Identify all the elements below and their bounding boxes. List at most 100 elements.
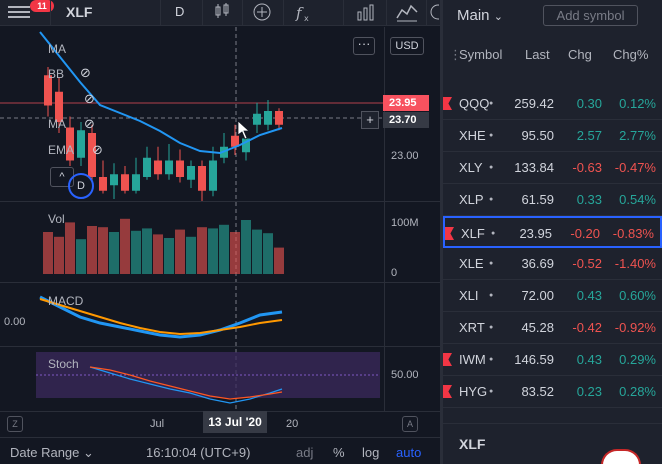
row-change: 2.57 <box>576 128 602 143</box>
row-change: -0.42 <box>572 320 602 335</box>
add-alert-button[interactable]: + <box>361 111 379 129</box>
date-range-button[interactable]: Date Range ⌄ <box>10 445 94 461</box>
hidden-eye-icon[interactable]: ⊘ <box>84 116 95 132</box>
toolbar-divider <box>283 0 284 26</box>
col-symbol[interactable]: Symbol <box>459 47 502 62</box>
toolbar-divider <box>160 0 161 26</box>
row-last: 83.52 <box>521 384 554 399</box>
watchlist-columns: ⋮ Symbol Last Chg Chg% <box>443 44 662 66</box>
add-symbol-button[interactable]: Add symbol <box>543 5 638 26</box>
pane-divider <box>0 282 440 283</box>
log-toggle[interactable]: log <box>362 445 379 460</box>
watchlist-row-hyg[interactable]: HYG ● 83.52 0.23 0.28% <box>443 376 662 408</box>
row-change: -0.63 <box>572 160 602 175</box>
row-last: 36.69 <box>521 256 554 271</box>
row-change: -0.20 <box>570 226 600 241</box>
bar-chart-icon[interactable] <box>355 2 377 24</box>
row-change: 0.33 <box>576 192 602 207</box>
row-change-percent: 0.12% <box>619 96 656 111</box>
clock-time[interactable]: 16:10:04 (UTC+9) <box>146 445 250 460</box>
chart-area[interactable]: MA BB MA EMA ⊘ ⊘ ⊘ ⊘ ^ D Vol MACD Stoch … <box>0 27 440 411</box>
row-last: 146.59 <box>514 352 554 367</box>
data-window-icon[interactable]: D <box>68 173 94 199</box>
hidden-eye-icon[interactable]: ⊘ <box>80 65 91 81</box>
legend-ma[interactable]: MA <box>48 42 66 56</box>
candle-body <box>121 174 129 191</box>
currency-button[interactable]: USD <box>390 37 424 55</box>
auto-toggle[interactable]: auto <box>396 445 421 460</box>
status-dot-icon: ● <box>489 164 494 171</box>
toolbar-more-icon[interactable] <box>428 2 446 24</box>
volume-bar <box>54 236 64 274</box>
volume-bar <box>109 232 119 274</box>
watchlist-row-xli[interactable]: XLI ● 72.00 0.43 0.60% <box>443 280 662 312</box>
avatar[interactable] <box>601 449 641 464</box>
stoch-label[interactable]: Stoch <box>48 357 79 371</box>
toolbar-divider <box>50 0 51 26</box>
candle-body <box>165 160 173 175</box>
volume-tick-high: 100M <box>391 217 419 229</box>
candle-body <box>132 174 140 191</box>
col-last[interactable]: Last <box>525 47 550 62</box>
auto-scale-button[interactable]: A <box>402 416 418 432</box>
row-change-percent: 0.60% <box>619 288 656 303</box>
percent-toggle[interactable]: % <box>333 445 345 460</box>
row-change-percent: 0.28% <box>619 384 656 399</box>
row-symbol: HYG <box>459 384 488 399</box>
watchlist-row-iwm[interactable]: IWM ● 146.59 0.43 0.29% <box>443 344 662 376</box>
symbol-search-button[interactable]: XLF <box>66 4 92 20</box>
menu-icon[interactable]: 11 <box>8 0 54 22</box>
adj-toggle[interactable]: adj <box>296 445 313 460</box>
candles-icon[interactable] <box>211 2 233 24</box>
col-chg[interactable]: Chg <box>568 47 592 62</box>
chart-menu-button[interactable]: ··· <box>353 37 375 55</box>
hidden-eye-icon[interactable]: ⊘ <box>84 91 95 107</box>
watchlist-row-xly[interactable]: XLY ● 133.84 -0.63 -0.47% <box>443 152 662 184</box>
volume-bar <box>241 220 251 274</box>
volume-label[interactable]: Vol <box>48 212 65 226</box>
candle-body <box>99 177 107 191</box>
legend-ma-2[interactable]: MA <box>48 117 66 131</box>
status-bar: Date Range ⌄ 16:10:04 (UTC+9) adj % log … <box>0 437 440 464</box>
row-symbol: XLE <box>459 256 484 271</box>
flag-icon[interactable] <box>443 353 452 366</box>
legend-bb[interactable]: BB <box>48 67 64 81</box>
chart-toolbar: 11 XLF D fx <box>0 0 446 26</box>
row-change: 0.30 <box>576 96 602 111</box>
row-last: 23.95 <box>519 226 552 241</box>
zoom-left-button[interactable]: Z <box>7 416 23 432</box>
flag-icon[interactable] <box>443 385 452 398</box>
volume-bar <box>76 239 86 274</box>
volume-bar <box>120 218 130 274</box>
add-compare-icon[interactable] <box>251 2 273 24</box>
templates-icon[interactable] <box>396 2 418 24</box>
pane-divider <box>0 201 440 202</box>
flag-icon[interactable] <box>443 97 452 110</box>
watchlist-row-xlp[interactable]: XLP ● 61.59 0.33 0.54% <box>443 184 662 216</box>
col-chg-percent[interactable]: Chg% <box>613 47 648 62</box>
candle-body <box>198 166 206 191</box>
toolbar-divider <box>343 0 344 26</box>
crosshair-price-label: 23.70 <box>383 112 429 128</box>
volume-bar <box>87 226 97 274</box>
legend-ema[interactable]: EMA <box>48 143 74 157</box>
watchlist-row-xrt[interactable]: XRT ● 45.28 -0.42 -0.92% <box>443 312 662 344</box>
interval-button[interactable]: D <box>175 4 184 19</box>
flag-icon[interactable] <box>445 227 454 240</box>
watchlist-row-qqq[interactable]: QQQ ● 259.42 0.30 0.12% <box>443 88 662 120</box>
watchlist-row-xhe[interactable]: XHE ● 95.50 2.57 2.77% <box>443 120 662 152</box>
watchlist-row-xle[interactable]: XLE ● 36.69 -0.52 -1.40% <box>443 248 662 280</box>
watchlist-row-xlf[interactable]: XLF ● 23.95 -0.20 -0.83% <box>443 216 662 248</box>
price-axis[interactable]: 23.00 100M 0 50.00 <box>384 27 440 411</box>
watchlist-selector[interactable]: Main ⌄ <box>457 7 503 24</box>
toolbar-divider <box>386 0 387 26</box>
row-symbol: IWM <box>459 352 486 367</box>
volume-bar <box>98 227 108 274</box>
indicators-icon[interactable]: fx <box>294 2 316 24</box>
toolbar-divider <box>426 0 427 26</box>
hidden-eye-icon[interactable]: ⊘ <box>92 142 103 158</box>
hand-cursor-icon <box>237 120 251 140</box>
macd-label[interactable]: MACD <box>48 294 83 308</box>
volume-tick-low: 0 <box>391 267 398 279</box>
watchlist-header: Main ⌄ Add symbol <box>443 0 662 30</box>
